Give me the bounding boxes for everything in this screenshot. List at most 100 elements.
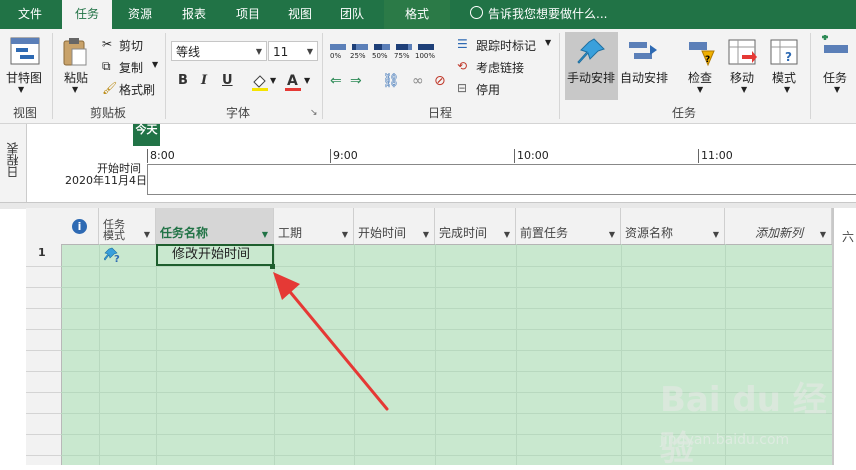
copy-icon[interactable]: ⧉: [102, 59, 111, 74]
task-name-cell-editing[interactable]: 修改开始时间: [156, 244, 274, 266]
chevron-down-icon[interactable]: ▼: [741, 85, 747, 94]
column-header-indicators[interactable]: i: [61, 208, 99, 244]
font-name-select[interactable]: 等线 ▼: [171, 41, 267, 61]
tab-task[interactable]: 任务: [62, 0, 112, 29]
tab-resource[interactable]: 资源: [116, 0, 164, 29]
bold-button[interactable]: B: [178, 73, 188, 88]
column-header-task-mode[interactable]: 任务 模式 ▼: [99, 208, 156, 244]
column-header-finish[interactable]: 完成时间 ▼: [435, 208, 516, 244]
manual-task-mode-icon[interactable]: ?: [104, 247, 122, 263]
gantt-chart-icon[interactable]: [10, 37, 40, 65]
format-painter-icon[interactable]: 🖌: [102, 81, 117, 95]
tab-file[interactable]: 文件: [8, 0, 52, 29]
inspect-button[interactable]: 检查: [688, 69, 712, 86]
tab-project[interactable]: 项目: [224, 0, 272, 29]
tab-view[interactable]: 视图: [278, 0, 322, 29]
inspect-icon[interactable]: ?: [688, 39, 716, 67]
chevron-down-icon[interactable]: ▼: [504, 230, 510, 239]
chevron-down-icon[interactable]: ▼: [834, 85, 840, 94]
inactivate-button[interactable]: 停用: [476, 81, 500, 98]
column-header-task-name[interactable]: 任务名称 ▼: [156, 208, 274, 244]
divider: [52, 33, 53, 119]
format-painter-button[interactable]: 格式刷: [119, 81, 155, 98]
add-task-icon[interactable]: [820, 35, 850, 63]
column-header-resource-names[interactable]: 资源名称 ▼: [621, 208, 725, 244]
chevron-down-icon[interactable]: ▼: [262, 230, 268, 239]
divider: [322, 33, 323, 119]
track-mark-button[interactable]: 跟踪时标记: [476, 37, 536, 54]
timeline-bar[interactable]: [147, 164, 856, 195]
grid-line: [26, 455, 61, 456]
link-tasks-icon[interactable]: ⛓: [382, 73, 400, 89]
row-number[interactable]: 1: [38, 246, 46, 259]
paste-icon[interactable]: [62, 37, 88, 67]
unlink-icon[interactable]: ⊘: [434, 73, 446, 89]
percent-100-button[interactable]: 100%: [415, 52, 435, 60]
chevron-down-icon[interactable]: ▼: [152, 60, 158, 69]
chevron-down-icon[interactable]: ▼: [697, 85, 703, 94]
respect-links-icon[interactable]: ⟲: [457, 59, 467, 73]
grid-line: [516, 244, 517, 465]
grid-line: [61, 350, 832, 351]
move-icon[interactable]: [728, 39, 758, 67]
track-mark-icon[interactable]: ☰: [457, 37, 468, 51]
ribbon-tab-bar: 文件 任务 资源 报表 项目 视图 团队 格式 告诉我您想要做什么...: [0, 0, 856, 29]
grid-line: [26, 287, 61, 288]
chevron-down-icon[interactable]: ▼: [72, 85, 78, 94]
percent-25-button[interactable]: 25%: [350, 52, 366, 60]
grid-line: [26, 413, 61, 414]
auto-schedule-icon[interactable]: [628, 39, 658, 65]
chevron-down-icon[interactable]: ▼: [423, 230, 429, 239]
grid-line: [26, 329, 61, 330]
tab-format[interactable]: 格式: [384, 0, 450, 29]
fill-color-icon[interactable]: [250, 73, 270, 91]
respect-links-button[interactable]: 考虑链接: [476, 59, 524, 76]
svg-text:?: ?: [114, 254, 120, 263]
cut-button[interactable]: 剪切: [119, 37, 143, 54]
manual-schedule-button[interactable]: 手动安排: [567, 69, 615, 86]
link-icon[interactable]: ∞: [412, 73, 424, 89]
divider: [810, 33, 811, 119]
underline-button[interactable]: U: [222, 73, 233, 88]
chevron-down-icon[interactable]: ▼: [144, 230, 150, 239]
ribbon: 甘特图 ▼ 视图 粘贴 ▼ ✂ 剪切 ⧉ 复制 ▼ 🖌 格式刷 剪贴板 等线 ▼ …: [0, 29, 856, 124]
auto-schedule-button[interactable]: 自动安排: [620, 69, 668, 86]
today-marker: 今天: [133, 124, 160, 146]
chevron-down-icon[interactable]: ▼: [609, 230, 615, 239]
task-button[interactable]: 任务: [823, 69, 847, 86]
tab-report[interactable]: 报表: [170, 0, 218, 29]
chevron-down-icon[interactable]: ▼: [342, 230, 348, 239]
chevron-down-icon[interactable]: ▼: [713, 230, 719, 239]
percent-50-button[interactable]: 50%: [372, 52, 388, 60]
column-header-predecessors[interactable]: 前置任务 ▼: [516, 208, 621, 244]
dialog-launcher-icon[interactable]: ↘: [310, 108, 318, 118]
column-header-add-new[interactable]: 添加新列 ▼: [725, 208, 832, 244]
paste-button[interactable]: 粘贴: [64, 69, 88, 86]
inactivate-icon[interactable]: ⊟: [457, 81, 467, 95]
chevron-down-icon[interactable]: ▼: [820, 230, 826, 239]
tell-me-search[interactable]: 告诉我您想要做什么...: [470, 0, 607, 29]
font-size-select[interactable]: 11 ▼: [268, 41, 318, 61]
chevron-down-icon[interactable]: ▼: [784, 85, 790, 94]
scissors-icon[interactable]: ✂: [102, 37, 112, 51]
chevron-down-icon[interactable]: ▼: [304, 76, 310, 85]
italic-button[interactable]: I: [201, 73, 207, 88]
group-label-clipboard: 剪贴板: [89, 106, 126, 120]
percent-0-button[interactable]: 0%: [330, 52, 341, 60]
chevron-down-icon[interactable]: ▼: [270, 76, 276, 85]
percent-75-button[interactable]: 75%: [394, 52, 410, 60]
chevron-down-icon[interactable]: ▼: [18, 85, 24, 94]
outdent-icon[interactable]: ⇐: [330, 73, 342, 89]
font-color-icon[interactable]: A: [284, 72, 302, 92]
copy-button[interactable]: 复制: [119, 59, 143, 76]
indent-icon[interactable]: ⇒: [350, 73, 362, 89]
mode-button[interactable]: 模式: [772, 69, 796, 86]
tab-team[interactable]: 团队: [330, 0, 374, 29]
column-header-start[interactable]: 开始时间 ▼: [354, 208, 435, 244]
chevron-down-icon[interactable]: ▼: [545, 38, 551, 47]
move-button[interactable]: 移动: [730, 69, 754, 86]
mode-icon[interactable]: ?: [770, 39, 800, 67]
pushpin-icon[interactable]: [576, 37, 606, 65]
gantt-chart-button[interactable]: 甘特图: [6, 69, 42, 86]
column-header-duration[interactable]: 工期 ▼: [274, 208, 354, 244]
